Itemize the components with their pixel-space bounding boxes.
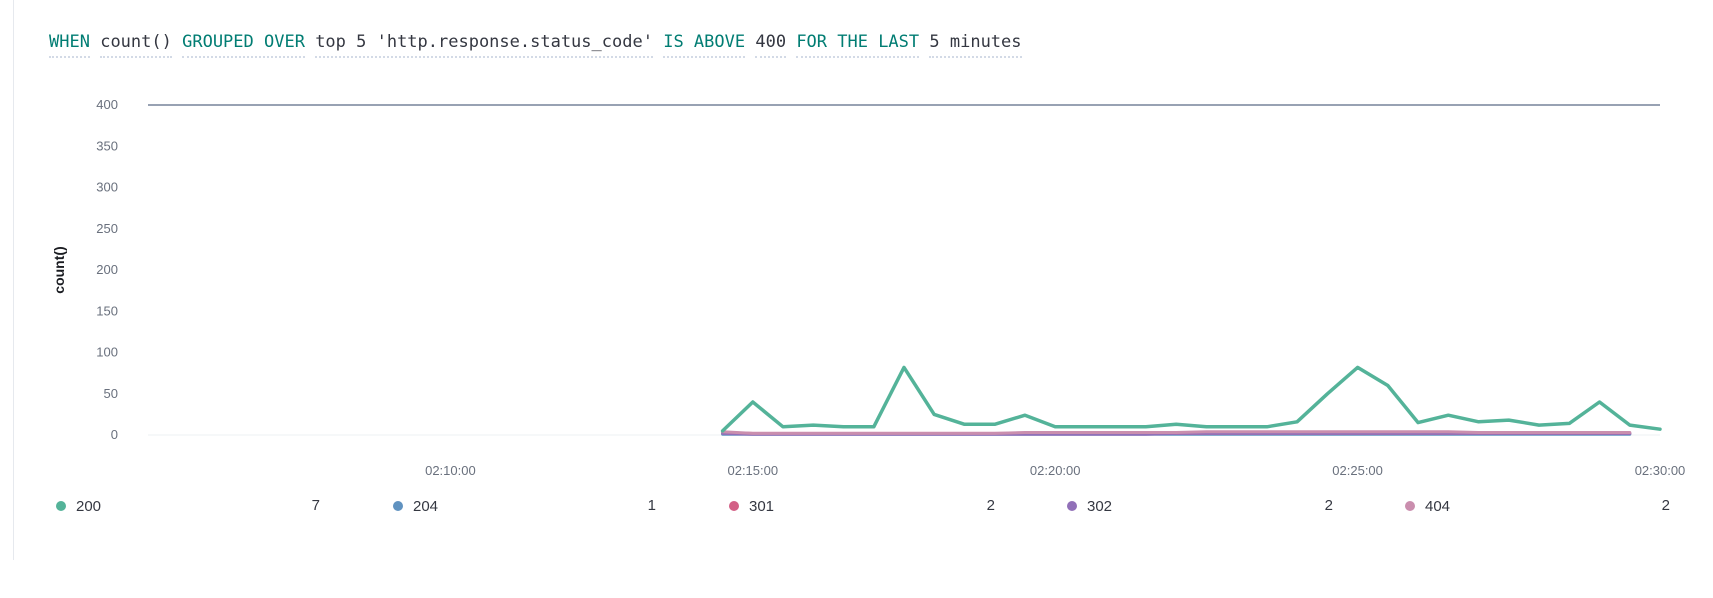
legend-item-204[interactable]: 204 [393,494,438,518]
x-tick-label: 02:25:00 [1332,463,1383,478]
x-tick-label: 02:15:00 [727,463,778,478]
legend-value: 7 [311,497,320,514]
legend-dot-icon [729,501,739,511]
y-tick-label: 200 [96,262,118,277]
legend-item-404[interactable]: 404 [1405,494,1450,518]
x-tick-label: 02:10:00 [425,463,476,478]
y-tick-label: 350 [96,138,118,153]
legend-value: 2 [1324,497,1333,514]
legend-value: 2 [986,497,995,514]
y-axis-title: count() [51,246,67,293]
series-line-404 [721,430,1632,435]
legend-label: 301 [749,497,775,515]
legend-dot-icon [1405,501,1415,511]
legend-dot-icon [56,501,66,511]
legend-item-302[interactable]: 302 [1067,494,1112,518]
legend-label: 404 [1425,497,1451,515]
x-tick-label: 02:20:00 [1030,463,1081,478]
x-tick-label: 02:30:00 [1635,463,1686,478]
legend-item-200[interactable]: 200 [56,494,101,518]
chart-legend: 200 7 204 1 301 2 302 2 404 2 [0,494,1713,518]
y-tick-label: 300 [96,180,118,195]
legend-label: 200 [76,497,102,515]
legend-dot-icon [1067,501,1077,511]
y-tick-label: 100 [96,345,118,360]
y-tick-label: 50 [104,386,118,401]
y-tick-label: 0 [111,427,118,442]
legend-value: 1 [647,497,656,514]
legend-dot-icon [393,501,403,511]
series-line-200 [720,365,1662,433]
legend-item-301[interactable]: 301 [729,494,774,518]
legend-label: 302 [1087,497,1113,515]
y-tick-label: 150 [96,303,118,318]
legend-label: 204 [413,497,439,515]
y-tick-label: 250 [96,221,118,236]
legend-value: 2 [1661,497,1670,514]
y-tick-label: 400 [96,97,118,112]
